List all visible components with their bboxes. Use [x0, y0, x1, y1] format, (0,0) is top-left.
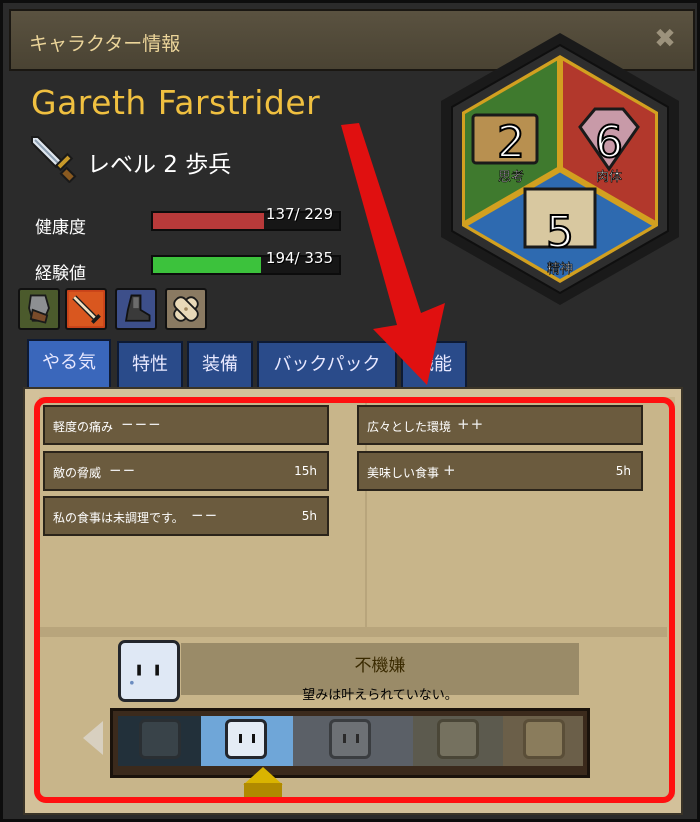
experience-bar-fill [153, 257, 261, 273]
experience-bar: 194/ 335 [151, 249, 341, 275]
scale-left-arrow-icon[interactable] [83, 721, 103, 755]
content-face-icon [437, 719, 479, 759]
health-bar-fill [153, 213, 265, 229]
upset-face-icon [225, 719, 267, 759]
moodlet-duration: 5h [301, 509, 317, 523]
moodlet-label: 敵の脅威 [53, 466, 102, 480]
health-bar: 137/ 229 [151, 205, 341, 231]
tab-equipment[interactable]: 装備 [187, 341, 253, 389]
tab-motivation[interactable]: やる気 [27, 339, 111, 391]
moodlet-effect: ++ [457, 415, 485, 433]
mood-name: 不機嫌 [354, 656, 406, 676]
moodlet-label: 軽度の痛み [53, 420, 114, 434]
attribute-label-think: 思考 [498, 170, 524, 185]
leg-armor-icon[interactable] [18, 288, 60, 330]
moodlet-item[interactable]: 広々とした環境 ++ [357, 405, 643, 445]
moodlet-effect: −−− [121, 415, 162, 433]
moodlet-duration: 5h [615, 464, 631, 478]
moodlet-item[interactable]: 敵の脅威 −− 15h [43, 451, 329, 491]
moodlet-label: 美味しい食事 [367, 466, 440, 480]
moodlet-effect: + [443, 461, 457, 479]
experience-value: 194/ 335 [265, 249, 333, 267]
red-arrow-annotation [341, 123, 445, 385]
bandage-icon[interactable] [165, 288, 207, 330]
mood-description: 望みは叶えられていない。 [302, 688, 458, 703]
attribute-value-body: 6 [595, 117, 623, 168]
health-label: 健康度 [35, 218, 86, 238]
moodlet-item[interactable]: 私の食事は未調理です。 −− 5h [43, 496, 329, 536]
character-name: Gareth Farstrider [31, 83, 321, 122]
mood-scale [110, 708, 590, 778]
boot-icon[interactable] [115, 288, 157, 330]
attribute-label-spirit: 精神 [547, 262, 573, 277]
happy-face-icon [523, 719, 565, 759]
moodlet-effect: −− [191, 506, 219, 524]
attribute-hexagon: 2 思考 6 肉体 5 精神 [441, 33, 679, 305]
moodlet-label: 私の食事は未調理です。 [53, 511, 184, 525]
attribute-label-body: 肉体 [596, 170, 622, 185]
experience-label: 経験値 [35, 264, 86, 284]
sword-icon [31, 136, 77, 183]
tab-traits[interactable]: 特性 [117, 341, 183, 389]
window-title: キャラクター情報 [29, 33, 181, 55]
character-info-window: キャラクター情報 ✖ Gareth Farstrider レベル 2 歩兵 健康… [0, 0, 700, 822]
current-mood-face-icon [118, 640, 180, 702]
attribute-value-think: 2 [497, 117, 525, 168]
angry-face-icon [139, 719, 181, 759]
moodlet-effect: −− [109, 461, 137, 479]
moodlet-item[interactable]: 軽度の痛み −−− [43, 405, 329, 445]
moodlet-label: 広々とした環境 [367, 420, 452, 434]
sword-burst-icon[interactable] [65, 288, 107, 330]
health-value: 137/ 229 [265, 205, 333, 223]
mood-divider [39, 627, 667, 637]
attribute-value-spirit: 5 [546, 207, 574, 258]
moodlet-item[interactable]: 美味しい食事 + 5h [357, 451, 643, 491]
moodlet-duration: 15h [294, 464, 317, 478]
class-level-label: レベル 2 歩兵 [87, 152, 232, 178]
neutral-face-icon [329, 719, 371, 759]
mood-pointer-base [244, 783, 282, 797]
